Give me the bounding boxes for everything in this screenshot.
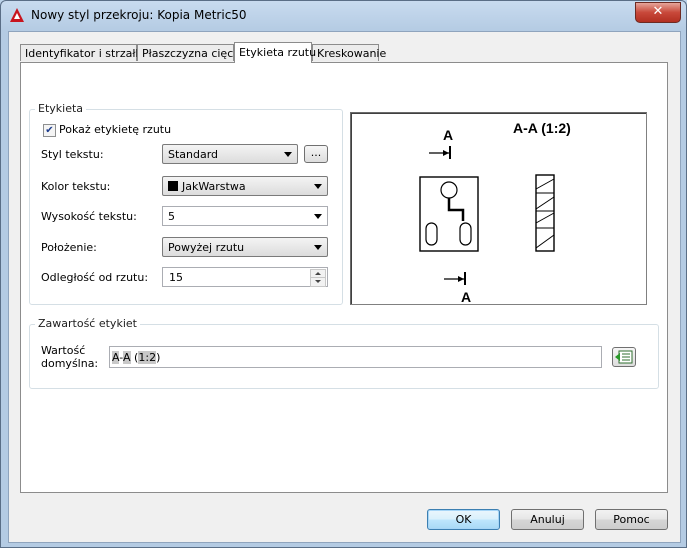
section-preview-drawing: A-A (1:2) A A [419, 120, 571, 304]
field-token: A [123, 351, 131, 364]
part-front-view [419, 176, 479, 252]
default-value-field[interactable]: A-A (1:2) [109, 346, 602, 368]
preview-arrow-letter-top: A [443, 127, 453, 143]
chevron-down-icon [314, 214, 322, 219]
show-label-checkbox[interactable]: ✔ [43, 124, 56, 137]
dialog-window: Nowy styl przekroju: Kopia Metric50 ✕ Id… [0, 0, 687, 548]
text-height-value: 5 [168, 210, 175, 223]
show-label-checkbox-label[interactable]: Pokaż etykietę rzutu [59, 123, 171, 136]
text-style-value: Standard [168, 148, 219, 161]
section-view-outline [535, 174, 555, 252]
placement-label: Położenie: [41, 241, 97, 254]
color-swatch [168, 181, 178, 191]
autocad-app-icon [10, 8, 24, 22]
tab-plaszczyzna[interactable]: Płaszczyzna cięcia [137, 44, 243, 61]
bottom-arrow-head [458, 276, 464, 282]
part-slot-right [459, 222, 472, 246]
default-value-content: A-A (1:2) [112, 351, 160, 364]
offset-value: 15 [169, 271, 183, 284]
text-color-value: JakWarstwa [182, 180, 246, 193]
text-color-dropdown[interactable]: JakWarstwa [162, 176, 328, 196]
text-style-dropdown[interactable]: Standard [162, 144, 298, 164]
field-text: ) [156, 351, 161, 364]
window-title: Nowy styl przekroju: Kopia Metric50 [31, 8, 247, 22]
spin-down-icon[interactable] [310, 277, 326, 287]
text-style-browse-button[interactable]: ... [304, 145, 328, 163]
text-height-label: Wysokość tekstu: [41, 210, 137, 223]
hatch-line [535, 212, 555, 224]
offset-label: Odległość od rzutu: [41, 271, 149, 284]
part-hole [440, 181, 458, 199]
top-arrow-head [443, 150, 449, 156]
part-slot-left [425, 222, 438, 246]
preview-view-label: A-A (1:2) [513, 120, 571, 136]
tab-panel: Etykieta ✔ Pokaż etykietę rzutu Styl tek… [20, 62, 668, 493]
hatch-line [535, 178, 555, 190]
chevron-down-icon [314, 245, 322, 250]
etykieta-group-label: Etykieta [35, 102, 87, 115]
default-value-label-line2: domyślna: [41, 357, 99, 370]
section-path-line [447, 198, 465, 221]
ok-button[interactable]: OK [427, 509, 500, 530]
dialog-client-area: Identyfikator i strzałki Płaszczyzna cię… [8, 31, 681, 543]
tab-etykieta-rzutu[interactable]: Etykieta rzutu [234, 42, 316, 63]
text-color-value-wrap: JakWarstwa [168, 180, 246, 193]
hatch-line [535, 234, 555, 249]
help-button[interactable]: Pomoc [595, 509, 668, 530]
title-bar[interactable]: Nowy styl przekroju: Kopia Metric50 ✕ [1, 1, 686, 31]
tab-kreskowanie[interactable]: Kreskowanie [312, 44, 386, 61]
close-button[interactable]: ✕ [635, 2, 681, 23]
insert-field-icon [615, 350, 633, 364]
text-style-label: Styl tekstu: [41, 148, 104, 161]
chevron-down-icon [314, 184, 322, 189]
tab-identyfikator[interactable]: Identyfikator i strzałki [20, 44, 145, 61]
preview-pane: A-A (1:2) A A [350, 112, 647, 305]
insert-field-button[interactable] [612, 347, 636, 367]
text-color-label: Kolor tekstu: [41, 180, 111, 193]
contents-group-label: Zawartość etykiet [35, 317, 140, 330]
text-height-combo[interactable]: 5 [162, 206, 328, 226]
default-value-label-line1: Wartość [41, 344, 86, 357]
offset-spinner[interactable]: 15 [162, 267, 328, 287]
chevron-down-icon [284, 152, 292, 157]
placement-value: Powyżej rzutu [168, 241, 245, 254]
preview-arrow-letter-bottom: A [461, 289, 471, 304]
field-token: 1:2 [138, 351, 157, 364]
hatch-line [535, 196, 555, 210]
cancel-button[interactable]: Anuluj [511, 509, 584, 530]
placement-dropdown[interactable]: Powyżej rzutu [162, 237, 328, 257]
